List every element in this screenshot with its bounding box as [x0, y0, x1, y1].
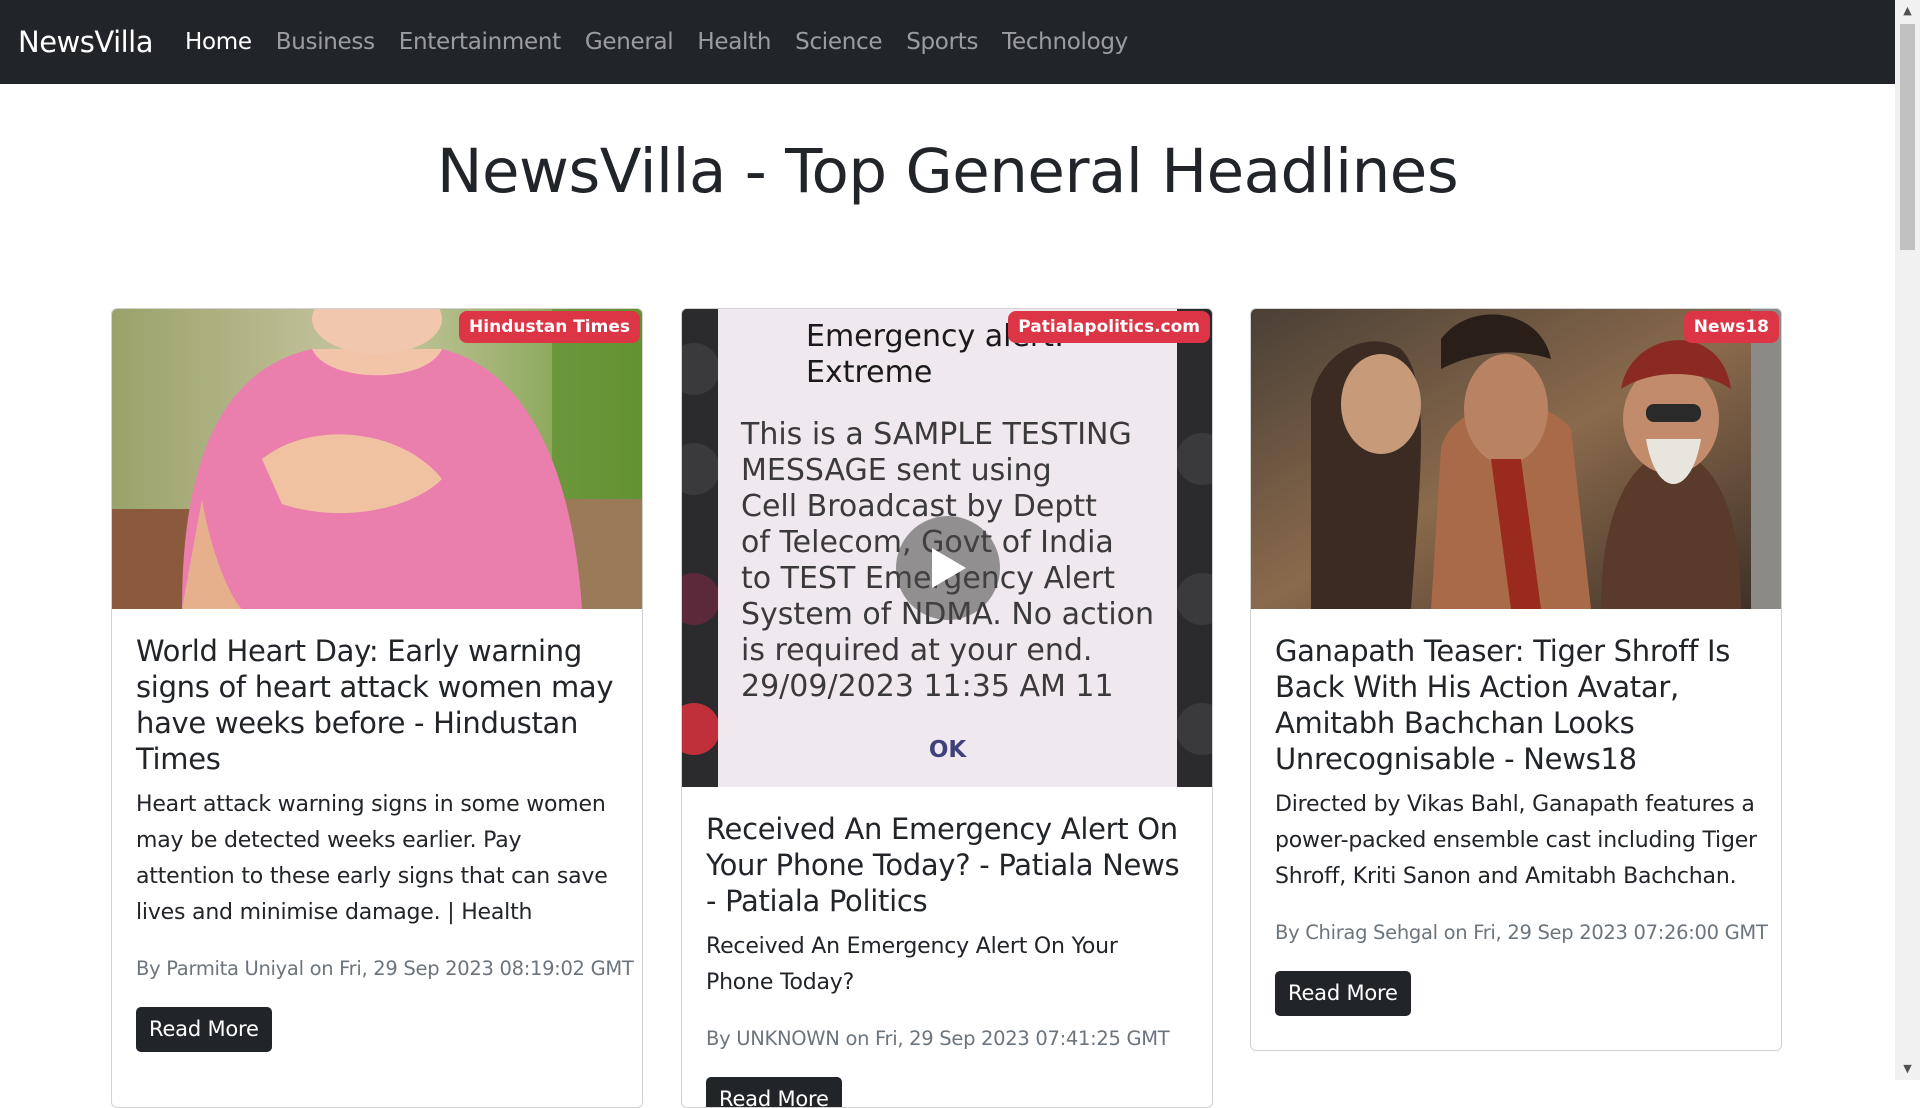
- nav-entertainment[interactable]: Entertainment: [399, 29, 561, 55]
- nav-general[interactable]: General: [585, 29, 674, 55]
- alert-ok-label: OK: [928, 737, 967, 763]
- nav-sports[interactable]: Sports: [906, 29, 978, 55]
- nav-home[interactable]: Home: [185, 29, 252, 55]
- navbar: NewsVilla Home Business Entertainment Ge…: [0, 0, 1895, 84]
- card-title: World Heart Day: Early warning signs of …: [136, 634, 614, 776]
- source-badge: Hindustan Times: [459, 311, 640, 343]
- news-card-2: Emergency alert: Extreme This is a SAMPL…: [681, 308, 1213, 1108]
- nav-health[interactable]: Health: [697, 29, 771, 55]
- card-description: Directed by Vikas Bahl, Ganapath feature…: [1275, 792, 1757, 889]
- news-card-1: Hindustan Times World Heart Day: Early w…: [111, 308, 643, 1108]
- nav-technology[interactable]: Technology: [1002, 29, 1128, 55]
- nav-business[interactable]: Business: [276, 29, 375, 55]
- article-image: News18: [1251, 309, 1781, 609]
- woman-chest-pain-image: [112, 309, 642, 609]
- source-badge: Patialapolitics.com: [1008, 311, 1210, 343]
- vertical-scrollbar[interactable]: ▲ ▼: [1895, 0, 1920, 1080]
- news-card-3: News18 Ganapath Teaser: Tiger Shroff Is …: [1250, 308, 1782, 1051]
- page-title: NewsVilla - Top General Headlines: [436, 136, 1459, 207]
- card-description: Heart attack warning signs in some women…: [136, 792, 608, 925]
- card-description: Received An Emergency Alert On Your Phon…: [706, 934, 1118, 995]
- card-title: Ganapath Teaser: Tiger Shroff Is Back Wi…: [1275, 634, 1731, 776]
- scrollbar-thumb[interactable]: [1900, 24, 1915, 250]
- article-image: Hindustan Times: [112, 309, 642, 609]
- movie-poster-image: [1251, 309, 1781, 609]
- card-meta: By UNKNOWN on Fri, 29 Sep 2023 07:41:25 …: [706, 1027, 1170, 1050]
- card-meta: By Chirag Sehgal on Fri, 29 Sep 2023 07:…: [1275, 921, 1768, 944]
- brand-link[interactable]: NewsVilla: [18, 25, 154, 59]
- play-icon[interactable]: [896, 516, 1000, 620]
- scroll-up-arrow-icon[interactable]: ▲: [1895, 0, 1920, 22]
- nav-science[interactable]: Science: [795, 29, 882, 55]
- card-meta: By Parmita Uniyal on Fri, 29 Sep 2023 08…: [136, 957, 634, 980]
- read-more-button[interactable]: Read More: [1275, 971, 1411, 1016]
- read-more-button[interactable]: Read More: [136, 1007, 272, 1052]
- article-image: Emergency alert: Extreme This is a SAMPL…: [682, 309, 1212, 787]
- source-badge: News18: [1683, 311, 1779, 343]
- read-more-button[interactable]: Read More: [706, 1077, 842, 1107]
- card-title: Received An Emergency Alert On Your Phon…: [706, 812, 1180, 918]
- scroll-down-arrow-icon[interactable]: ▼: [1895, 1058, 1920, 1080]
